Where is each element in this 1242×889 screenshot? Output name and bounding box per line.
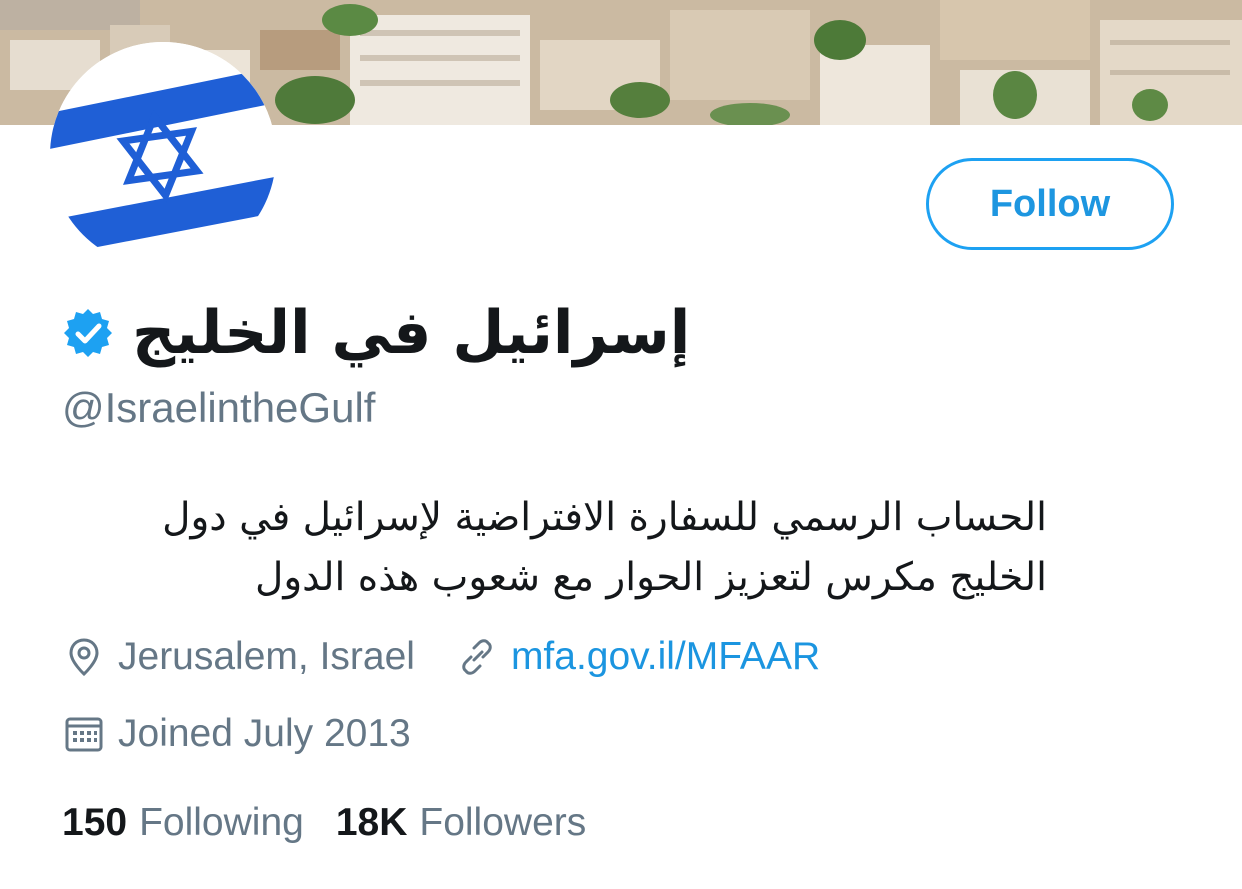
profile-avatar[interactable] — [50, 42, 276, 268]
profile-website[interactable]: mfa.gov.il/MFAAR — [455, 635, 820, 679]
following-label: Following — [139, 801, 304, 844]
follow-button[interactable]: Follow — [926, 158, 1174, 250]
profile-bio: الحساب الرسمي للسفارة الافتراضية لإسرائي… — [162, 495, 1047, 600]
joined-text: Joined July 2013 — [118, 712, 411, 755]
followers-stat[interactable]: 18K Followers — [336, 801, 586, 845]
profile-name-row: إسرائيل في الخليج — [62, 293, 690, 373]
location-text: Jerusalem, Israel — [118, 635, 415, 678]
link-icon — [462, 639, 492, 675]
following-count: 150 — [62, 801, 128, 844]
calendar-icon — [65, 717, 103, 752]
profile-meta-row: Jerusalem, Israel mfa.gov.il/MFAAR — [62, 632, 820, 682]
profile-handle: @IsraelintheGulf — [62, 384, 376, 431]
profile-display-name: إسرائيل في الخليج — [132, 298, 691, 368]
profile-joined: Joined July 2013 — [62, 712, 411, 756]
location-pin-icon — [69, 638, 99, 677]
website-link[interactable]: mfa.gov.il/MFAAR — [511, 635, 820, 679]
followers-label: Followers — [419, 801, 587, 844]
profile-stats: 150 Following 18K Followers — [62, 798, 586, 848]
profile-joined-row: Joined July 2013 — [62, 709, 411, 759]
followers-count: 18K — [335, 801, 408, 844]
following-stat[interactable]: 150 Following — [62, 801, 304, 845]
profile-location: Jerusalem, Israel — [62, 635, 415, 679]
verified-badge-icon — [64, 309, 112, 357]
